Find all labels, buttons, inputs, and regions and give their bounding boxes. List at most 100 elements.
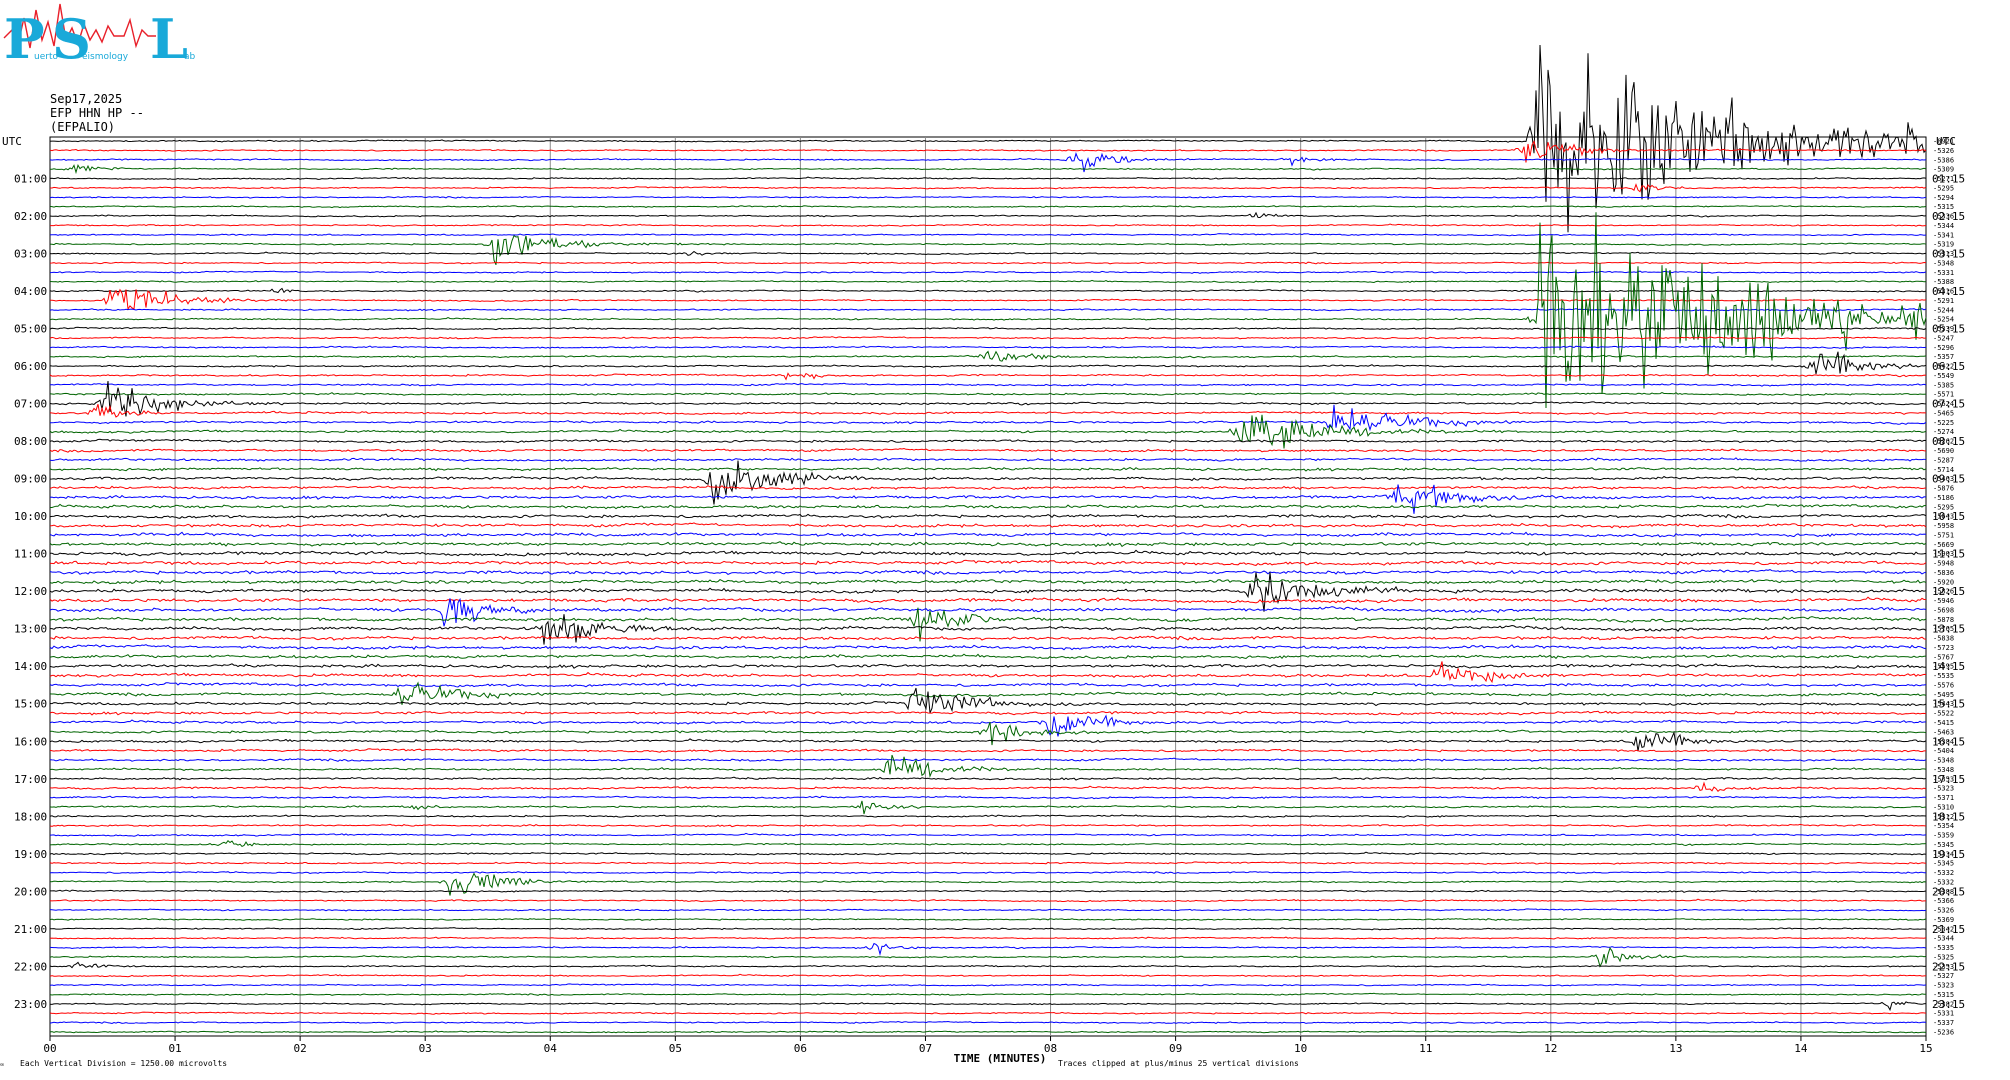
trace-line — [49, 839, 1927, 848]
hour-label-left: 07:00 — [14, 398, 47, 411]
trace-offset-label: -5344 — [1933, 935, 1954, 943]
trace-offset-label: -5385 — [1933, 381, 1954, 389]
trace-line — [49, 681, 1927, 705]
trace-offset-label: -5319 — [1933, 241, 1954, 249]
trace-offset-label: -5369 — [1933, 916, 1954, 924]
trace-offset-label: -5326 — [1933, 907, 1954, 915]
trace-line — [49, 596, 1926, 604]
trace-offset-label: -5287 — [1933, 456, 1954, 464]
trace-offset-label: -5535 — [1933, 672, 1954, 680]
trace-offset-label: -5948 — [1933, 560, 1954, 568]
trace-line — [49, 872, 1927, 896]
trace-offset-label: -5326 — [1933, 147, 1954, 155]
trace-line — [49, 814, 1927, 818]
trace-offset-label: -5186 — [1933, 494, 1954, 502]
trace-offset-label: -5415 — [1933, 719, 1954, 727]
trace-line — [49, 607, 1927, 642]
trace-line — [49, 572, 1927, 612]
hour-label-left: 17:00 — [14, 773, 47, 786]
trace-line — [49, 380, 1927, 417]
trace-offset-label: -5271 — [1933, 175, 1954, 183]
trace-offset-label: -5337 — [1933, 1019, 1954, 1027]
trace-line — [49, 682, 1927, 688]
trace-offset-label: -5236 — [1933, 1029, 1954, 1037]
trace-line — [49, 1020, 1927, 1025]
trace-line — [49, 466, 1927, 472]
hour-label-left: 11:00 — [14, 548, 47, 561]
trace-line — [49, 823, 1927, 828]
trace-offset-label: -5751 — [1933, 531, 1954, 539]
trace-offset-label: -5353 — [1933, 775, 1954, 783]
trace-offset-label: -5549 — [1933, 372, 1954, 380]
trace-offset-label: -5576 — [1933, 681, 1954, 689]
trace-offset-label: -8921 — [1933, 138, 1954, 146]
trace-offset-label: -5225 — [1933, 419, 1954, 427]
hour-label-left: 12:00 — [14, 585, 47, 598]
trace-line — [49, 541, 1927, 548]
trace-offset-label: -5316 — [1933, 288, 1954, 296]
trace-line — [49, 757, 1927, 762]
trace-line — [49, 233, 1927, 237]
x-tick-label: 10 — [1294, 1042, 1307, 1055]
trace-offset-label: -5323 — [1933, 982, 1954, 990]
trace-offset-label: -5878 — [1933, 616, 1954, 624]
trace-line — [49, 781, 1927, 793]
trace-line — [49, 800, 1927, 815]
trace-offset-label: -5353 — [1933, 963, 1954, 971]
hour-label-left: 22:00 — [14, 960, 47, 973]
hour-label-left: 02:00 — [14, 210, 47, 223]
trace-offset-label: -5336 — [1933, 213, 1954, 221]
trace-offset-label: -5327 — [1933, 972, 1954, 980]
trace-offset-label: -5335 — [1933, 944, 1954, 952]
trace-offset-label: -5463 — [1933, 728, 1954, 736]
trace-line — [49, 270, 1927, 274]
trace-line — [49, 204, 1927, 209]
trace-line — [49, 687, 1927, 714]
trace-offset-label: -5244 — [1933, 306, 1954, 314]
trace-line — [50, 614, 1927, 645]
trace-offset-label: -5404 — [1933, 747, 1954, 755]
x-tick-label: 09 — [1169, 1042, 1182, 1055]
trace-offset-label: -5344 — [1933, 222, 1954, 230]
trace-line — [50, 889, 1927, 893]
trace-offset-label: -5348 — [1933, 757, 1954, 765]
trace-offset-label: -5836 — [1933, 569, 1954, 577]
trace-offset-label: -5643 — [1933, 513, 1954, 521]
trace-offset-label: -5247 — [1933, 334, 1954, 342]
x-tick-label: 13 — [1669, 1042, 1682, 1055]
trace-line — [49, 942, 1927, 956]
hour-label-left: 23:00 — [14, 998, 47, 1011]
plot-grid — [49, 136, 1927, 1041]
trace-line — [49, 549, 1927, 557]
trace-offset-label: -5495 — [1933, 691, 1954, 699]
trace-offset-label: -5826 — [1933, 588, 1954, 596]
trace-offset-label: -5341 — [1933, 231, 1954, 239]
trace-offset-label: -5838 — [1933, 635, 1954, 643]
trace-line — [49, 457, 1927, 462]
hour-label-left: 03:00 — [14, 248, 47, 261]
trace-line — [49, 1030, 1927, 1034]
trace-offset-label: -5384 — [1933, 738, 1954, 746]
trace-offset-label: -5767 — [1933, 653, 1954, 661]
trace-line — [49, 961, 1927, 969]
trace-offset-label: -5388 — [1933, 888, 1954, 896]
hour-label-left: 10:00 — [14, 510, 47, 523]
trace-line — [49, 635, 1927, 641]
trace-line — [49, 308, 1927, 312]
division-note: Each Vertical Division = 1250.00 microvo… — [20, 1059, 228, 1068]
trace-offset-label: -5332 — [1933, 878, 1954, 886]
hour-label-left: 13:00 — [14, 623, 47, 636]
trace-offset-label: -5342 — [1933, 925, 1954, 933]
trace-line — [49, 404, 1927, 418]
hour-label-left: 20:00 — [14, 885, 47, 898]
trace-offset-label: -5254 — [1933, 316, 1954, 324]
trace-line — [49, 578, 1927, 585]
trace-offset-label: -5357 — [1933, 353, 1954, 361]
x-tick-label: 07 — [919, 1042, 932, 1055]
trace-offset-label: -5443 — [1933, 700, 1954, 708]
trace-offset-label: -5920 — [1933, 578, 1954, 586]
trace-offset-label: -5382 — [1933, 1000, 1954, 1008]
trace-line — [49, 485, 1927, 491]
trace-offset-label: -5366 — [1933, 897, 1954, 905]
trace-line — [49, 438, 1927, 444]
